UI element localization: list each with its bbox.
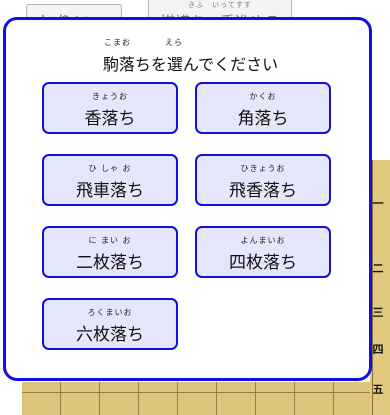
dialog-title: 駒落ちを選んでください — [102, 55, 279, 74]
option-ruby: よんまいお — [240, 236, 286, 245]
rank-label-2: 二 — [372, 262, 384, 275]
option-yonmai-ochi[interactable]: よんまいお 四枚落ち — [195, 226, 331, 278]
option-hisha-ochi[interactable]: ひ しゃ お 飛車落ち — [42, 154, 178, 206]
option-label: 六枚落ち — [76, 325, 144, 345]
option-ruby: きょうお — [92, 92, 128, 101]
title-ruby-era: えら — [165, 38, 183, 47]
option-ruby: ろくまいお — [87, 308, 133, 317]
option-hikyo-ochi[interactable]: ひきょうお 飛香落ち — [195, 154, 331, 206]
rank-label-1: 一 — [372, 197, 384, 210]
option-nimai-ochi[interactable]: に まい お 二枚落ち — [42, 226, 178, 278]
option-ruby: ひ しゃ お — [88, 164, 132, 173]
shogi-board-bottom — [22, 382, 370, 415]
option-kyo-ochi[interactable]: きょうお 香落ち — [42, 82, 178, 134]
option-label: 二枚落ち — [76, 253, 144, 273]
option-label: 香落ち — [84, 109, 136, 129]
title-ruby-koma: こまお — [104, 38, 131, 47]
option-ruby: かくお — [249, 92, 277, 101]
rank-label-5: 五 — [372, 383, 384, 396]
option-label: 角落ち — [237, 109, 289, 129]
option-ruby: ひきょうお — [240, 164, 286, 173]
rank-label-4: 四 — [372, 343, 384, 356]
option-ruby: に まい お — [88, 236, 132, 245]
rank-label-3: 三 — [372, 306, 384, 319]
option-label: 飛車落ち — [76, 181, 144, 201]
option-label: 四枚落ち — [229, 253, 297, 273]
background-button-2-ruby: きふ いってすす — [188, 1, 252, 9]
handicap-dialog: こまお えら 駒落ちを選んでください きょうお 香落ち かくお 角落ち ひ しゃ… — [3, 17, 372, 381]
option-kaku-ochi[interactable]: かくお 角落ち — [195, 82, 331, 134]
option-label: 飛香落ち — [229, 181, 297, 201]
option-rokumai-ochi[interactable]: ろくまいお 六枚落ち — [42, 298, 178, 350]
